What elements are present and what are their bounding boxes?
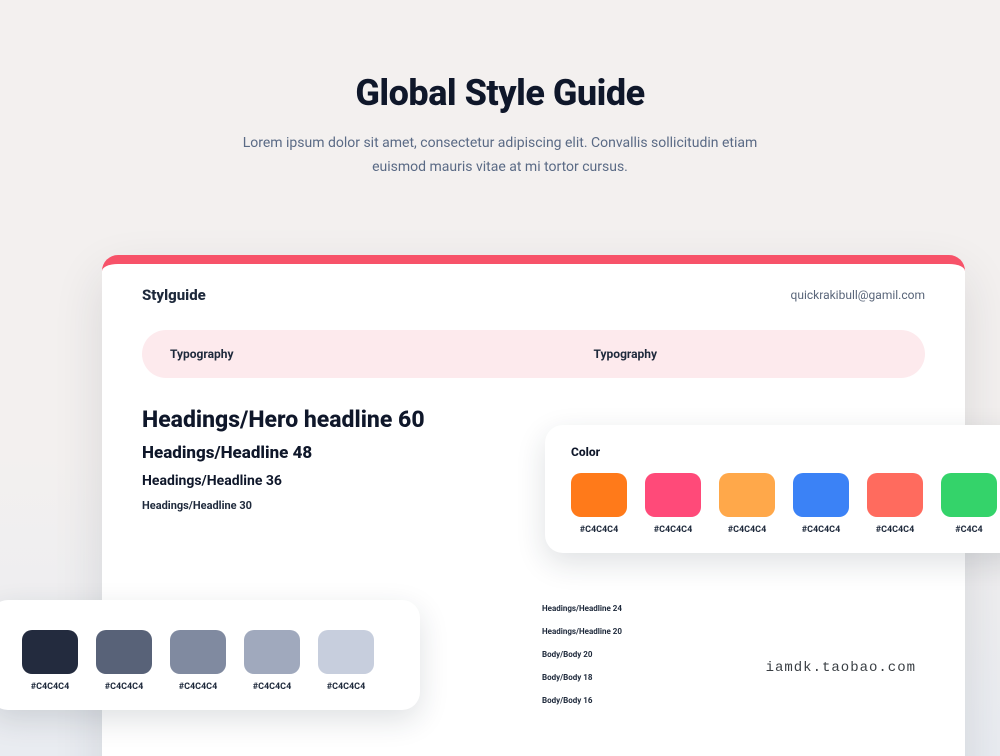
card-topbar: Stylguide quickrakibull@gamil.com: [142, 286, 925, 304]
color-hex-label: #C4C4C4: [105, 682, 144, 692]
page-subtitle: Lorem ipsum dolor sit amet, consectetur …: [240, 132, 760, 180]
tab-typography-1[interactable]: Typography: [170, 347, 234, 361]
color-swatch[interactable]: #C4C4C4: [170, 630, 226, 692]
color-hex-label: #C4C4C4: [654, 525, 693, 535]
color-swatch[interactable]: #C4C4C4: [22, 630, 78, 692]
color-chip: [719, 473, 775, 517]
color-swatch[interactable]: #C4C4C4: [96, 630, 152, 692]
color-swatch[interactable]: #C4C4C4: [867, 473, 923, 535]
color-swatch[interactable]: #C4C4C4: [645, 473, 701, 535]
color-panel: Color #C4C4C4#C4C4C4#C4C4C4#C4C4C4#C4C4C…: [545, 425, 1000, 553]
color-chip: [22, 630, 78, 674]
color-hex-label: #C4C4C4: [728, 525, 767, 535]
color-swatch[interactable]: #C4C4C4: [244, 630, 300, 692]
tab-typography-2[interactable]: Typography: [594, 347, 658, 361]
type-sample-small: Headings/Headline 24: [542, 604, 712, 613]
color-hex-label: #C4C4: [955, 525, 982, 535]
brand-label: Stylguide: [142, 286, 206, 304]
color-chip: [318, 630, 374, 674]
color-hex-label: #C4C4C4: [876, 525, 915, 535]
color-swatch[interactable]: #C4C4C4: [719, 473, 775, 535]
color-hex-label: #C4C4C4: [31, 682, 70, 692]
color-chip: [571, 473, 627, 517]
color-hex-label: #C4C4C4: [580, 525, 619, 535]
hero: Global Style Guide Lorem ipsum dolor sit…: [0, 0, 1000, 180]
color-chip: [244, 630, 300, 674]
color-chip: [793, 473, 849, 517]
gray-panel: #C4C4C4 #C4C4C4 #C4C4C4 #C4C4C4 #C4C4C4: [0, 600, 420, 710]
color-hex-label: #C4C4C4: [802, 525, 841, 535]
color-swatch[interactable]: #C4C4C4: [571, 473, 627, 535]
color-chip: [170, 630, 226, 674]
color-panel-title: Color: [571, 445, 1000, 459]
color-chip: [645, 473, 701, 517]
type-sample-small: Body/Body 16: [542, 696, 712, 705]
color-chip: [941, 473, 997, 517]
gray-swatch-row: #C4C4C4 #C4C4C4 #C4C4C4 #C4C4C4 #C4C4C4: [22, 630, 420, 692]
color-chip: [96, 630, 152, 674]
type-sample-small: Body/Body 20: [542, 650, 712, 659]
color-hex-label: #C4C4C4: [253, 682, 292, 692]
type-sample-small: Body/Body 18: [542, 673, 712, 682]
type-sample-small: Headings/Headline 20: [542, 627, 712, 636]
contact-email[interactable]: quickrakibull@gamil.com: [791, 288, 925, 302]
color-swatch[interactable]: #C4C4C4: [318, 630, 374, 692]
watermark: iamdk.taobao.com: [766, 660, 916, 676]
color-swatch[interactable]: #C4C4C4: [793, 473, 849, 535]
color-swatch[interactable]: #C4C4: [941, 473, 997, 535]
color-hex-label: #C4C4C4: [327, 682, 366, 692]
color-chip: [867, 473, 923, 517]
tab-bar: Typography Typography: [142, 330, 925, 378]
page-title: Global Style Guide: [0, 72, 1000, 114]
typography-stack-small: Headings/Headline 24 Headings/Headline 20…: [542, 604, 712, 719]
color-swatch-row: #C4C4C4 #C4C4C4 #C4C4C4 #C4C4C4 #C4C4C4 #C4C4: [571, 473, 1000, 535]
color-hex-label: #C4C4C4: [179, 682, 218, 692]
